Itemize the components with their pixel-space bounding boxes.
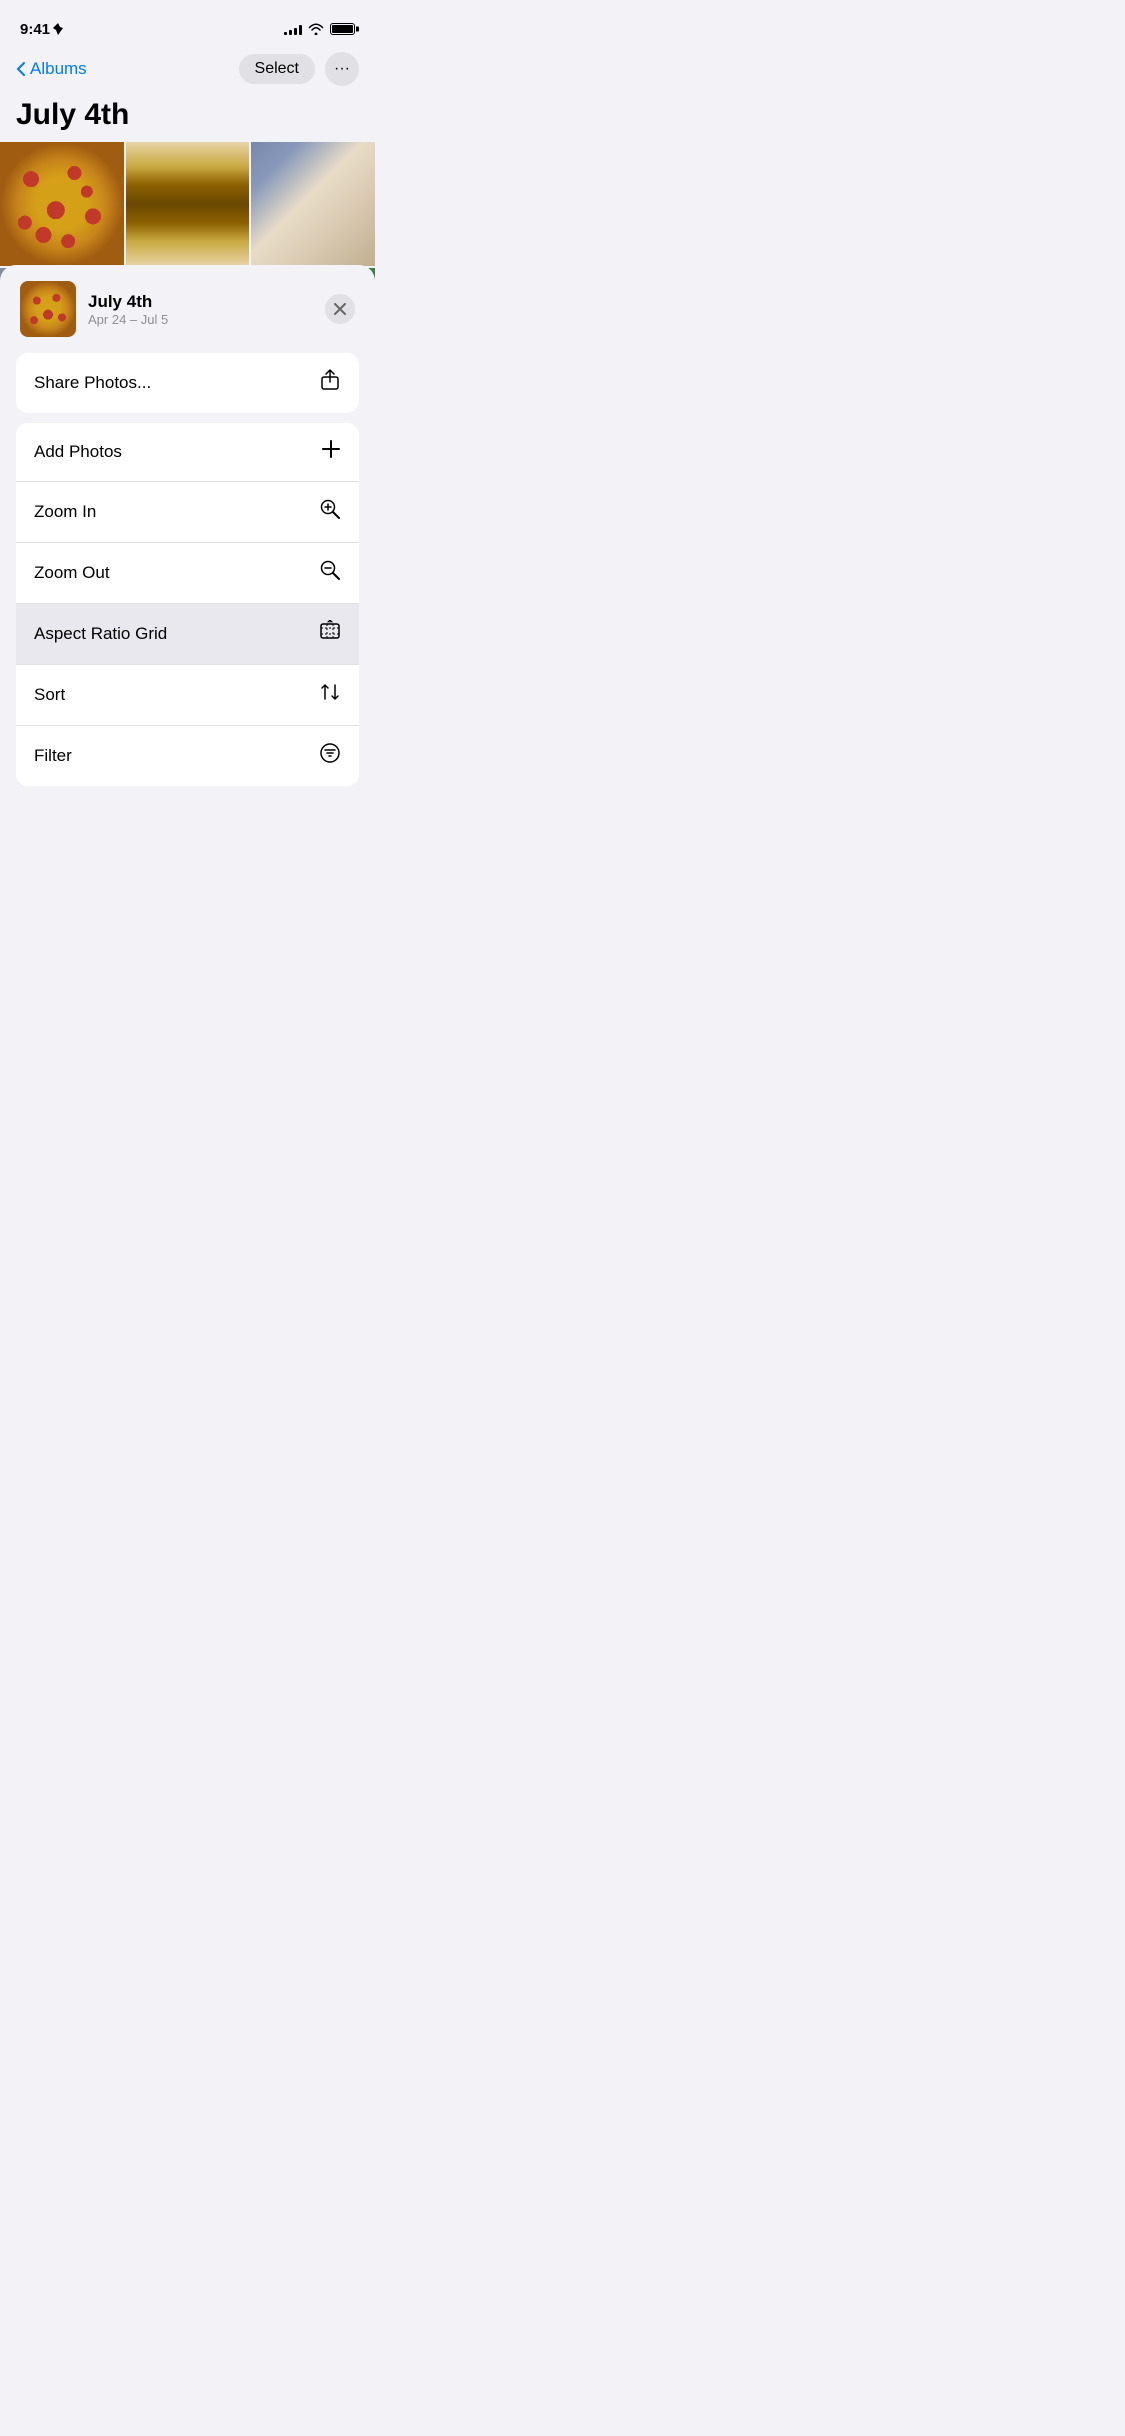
share-photos-label: Share Photos... bbox=[34, 373, 151, 393]
sort-label: Sort bbox=[34, 685, 65, 705]
zoom-out-icon bbox=[319, 559, 341, 587]
zoom-in-label: Zoom In bbox=[34, 502, 96, 522]
menu-item-sort[interactable]: Sort bbox=[16, 665, 359, 726]
time-display: 9:41 bbox=[20, 21, 50, 38]
menu-item-aspect-ratio-grid[interactable]: Aspect Ratio Grid bbox=[16, 604, 359, 665]
album-title: July 4th bbox=[88, 292, 168, 312]
back-chevron-icon bbox=[16, 61, 26, 77]
album-thumbnail bbox=[20, 281, 76, 337]
zoom-out-label: Zoom Out bbox=[34, 563, 110, 583]
photo-cell-dog[interactable] bbox=[251, 142, 375, 266]
nav-actions: Select ··· bbox=[239, 52, 359, 86]
add-photos-label: Add Photos bbox=[34, 442, 122, 462]
location-icon bbox=[53, 23, 63, 35]
sort-icon bbox=[319, 681, 341, 709]
context-header: July 4th Apr 24 – Jul 5 bbox=[16, 281, 359, 337]
back-label: Albums bbox=[30, 59, 87, 79]
photo-cell-pizza[interactable] bbox=[0, 142, 124, 266]
album-text-info: July 4th Apr 24 – Jul 5 bbox=[88, 292, 168, 327]
status-time: 9:41 bbox=[20, 21, 63, 38]
aspect-ratio-grid-label: Aspect Ratio Grid bbox=[34, 624, 167, 644]
context-album-info: July 4th Apr 24 – Jul 5 bbox=[20, 281, 168, 337]
status-icons bbox=[284, 23, 355, 35]
photo-cell-sandwich[interactable] bbox=[126, 142, 250, 266]
zoom-in-icon bbox=[319, 498, 341, 526]
context-card: July 4th Apr 24 – Jul 5 Share Photos... … bbox=[0, 265, 375, 812]
filter-label: Filter bbox=[34, 746, 72, 766]
share-icon bbox=[319, 369, 341, 397]
album-date-range: Apr 24 – Jul 5 bbox=[88, 312, 168, 327]
aspect-ratio-grid-icon bbox=[319, 620, 341, 648]
signal-icon bbox=[284, 23, 302, 35]
back-button[interactable]: Albums bbox=[16, 59, 87, 79]
status-bar: 9:41 bbox=[0, 0, 375, 44]
battery-icon bbox=[330, 23, 355, 35]
plus-icon bbox=[321, 439, 341, 465]
menu-item-zoom-in[interactable]: Zoom In bbox=[16, 482, 359, 543]
page-title: July 4th bbox=[0, 94, 375, 142]
menu-group-share: Share Photos... bbox=[16, 353, 359, 413]
context-close-button[interactable] bbox=[325, 294, 355, 324]
close-icon bbox=[334, 303, 346, 315]
more-button[interactable]: ··· bbox=[325, 52, 359, 86]
filter-icon bbox=[319, 742, 341, 770]
wifi-icon bbox=[308, 23, 324, 35]
nav-bar: Albums Select ··· bbox=[0, 44, 375, 94]
menu-item-filter[interactable]: Filter bbox=[16, 726, 359, 786]
menu-item-zoom-out[interactable]: Zoom Out bbox=[16, 543, 359, 604]
menu-group-main: Add Photos Zoom In Zoom Out bbox=[16, 423, 359, 786]
menu-item-add-photos[interactable]: Add Photos bbox=[16, 423, 359, 482]
select-button[interactable]: Select bbox=[239, 54, 315, 84]
menu-item-share-photos[interactable]: Share Photos... bbox=[16, 353, 359, 413]
